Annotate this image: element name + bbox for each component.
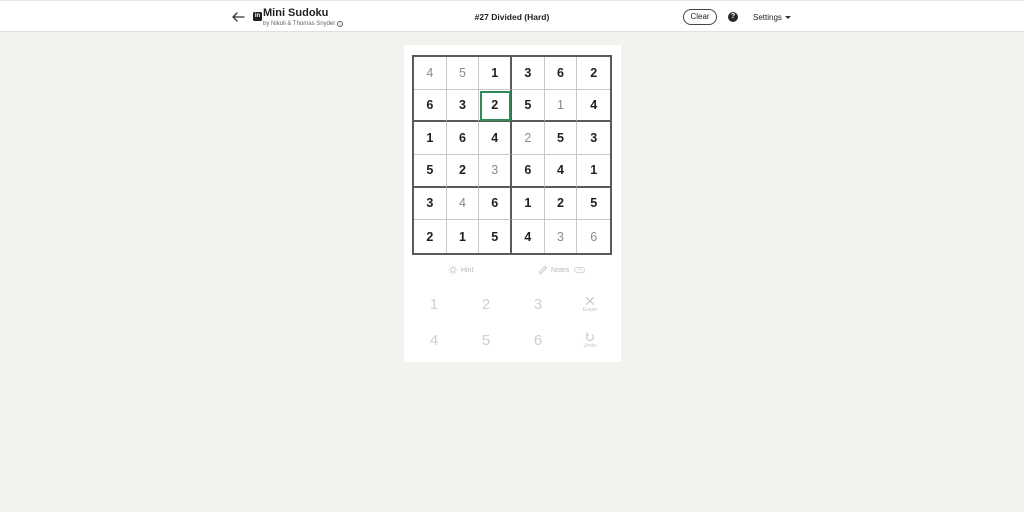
- sudoku-cell[interactable]: 1: [577, 155, 610, 188]
- sudoku-cell[interactable]: 5: [577, 188, 610, 221]
- game-card: 451362632514164253523641346125215436 Hin…: [404, 45, 621, 362]
- sudoku-cell[interactable]: 4: [446, 187, 480, 221]
- keypad: 1 2 3 Erase 4 5 6 Undo: [404, 289, 621, 359]
- sudoku-cell[interactable]: 3: [446, 89, 480, 123]
- sudoku-cell[interactable]: 3: [545, 220, 578, 253]
- sudoku-cell-selected[interactable]: 2: [479, 89, 512, 123]
- puzzle-title: #27 Divided (Hard): [474, 12, 550, 22]
- key-3[interactable]: 3: [518, 289, 558, 319]
- key-4[interactable]: 4: [414, 325, 454, 355]
- erase-button[interactable]: Erase: [570, 289, 610, 319]
- top-bar: in Mini Sudoku by Nikoli & Thomas Snyder…: [0, 0, 1024, 32]
- sudoku-cell[interactable]: 1: [414, 122, 447, 155]
- hint-button[interactable]: Hint: [448, 265, 473, 275]
- sudoku-cell[interactable]: 6: [446, 122, 480, 155]
- sudoku-cell[interactable]: 2: [512, 122, 545, 155]
- sudoku-cell[interactable]: 6: [414, 89, 447, 123]
- notes-label: Notes: [551, 266, 570, 274]
- sudoku-cell[interactable]: 6: [479, 187, 512, 221]
- undo-label: Undo: [583, 342, 597, 349]
- sudoku-cell[interactable]: 6: [544, 57, 578, 90]
- sudoku-cell[interactable]: 6: [512, 155, 545, 188]
- lightbulb-icon: [448, 265, 458, 275]
- sudoku-cell[interactable]: 2: [544, 187, 578, 221]
- undo-icon: [585, 331, 594, 341]
- sudoku-cell[interactable]: 3: [512, 57, 545, 90]
- sudoku-cell[interactable]: 4: [479, 122, 512, 155]
- notes-button[interactable]: Notes Off: [538, 265, 586, 275]
- key-6[interactable]: 6: [518, 325, 558, 355]
- clear-button[interactable]: Clear: [683, 9, 717, 25]
- sudoku-cell[interactable]: 5: [414, 155, 447, 188]
- settings-label: Settings: [753, 13, 782, 22]
- sudoku-cell[interactable]: 5: [512, 89, 545, 123]
- sudoku-cell[interactable]: 4: [544, 155, 578, 188]
- hint-label: Hint: [461, 266, 474, 274]
- sudoku-cell[interactable]: 3: [577, 122, 610, 155]
- sudoku-cell[interactable]: 6: [577, 220, 610, 253]
- key-2[interactable]: 2: [466, 289, 506, 319]
- sudoku-cell[interactable]: 4: [577, 90, 610, 123]
- key-5[interactable]: 5: [466, 325, 506, 355]
- key-1[interactable]: 1: [414, 289, 454, 319]
- sudoku-cell[interactable]: 5: [544, 122, 578, 155]
- caret-down-icon: [784, 16, 791, 19]
- sudoku-cell[interactable]: 2: [446, 155, 480, 188]
- close-icon: [585, 296, 595, 305]
- tool-row: Hint Notes Off: [404, 265, 621, 279]
- sudoku-cell[interactable]: 2: [577, 57, 610, 90]
- sudoku-cell[interactable]: 2: [414, 220, 447, 253]
- sudoku-cell[interactable]: 4: [414, 57, 447, 90]
- sudoku-cell[interactable]: 3: [479, 155, 512, 188]
- sudoku-cell[interactable]: 3: [414, 187, 447, 221]
- notes-toggle[interactable]: Off: [574, 267, 586, 273]
- undo-button[interactable]: Undo: [570, 325, 610, 355]
- settings-dropdown[interactable]: Settings: [753, 13, 791, 22]
- sudoku-cell[interactable]: 1: [512, 187, 545, 221]
- sudoku-cell[interactable]: 4: [512, 220, 545, 253]
- sudoku-cell[interactable]: 5: [479, 220, 512, 253]
- erase-label: Erase: [582, 306, 598, 313]
- sudoku-cell[interactable]: 1: [479, 57, 512, 90]
- sudoku-cell[interactable]: 1: [544, 89, 578, 123]
- sudoku-cell[interactable]: 5: [446, 57, 480, 90]
- pencil-icon: [538, 265, 548, 275]
- sudoku-cell[interactable]: 1: [447, 220, 480, 253]
- help-icon[interactable]: ?: [728, 12, 738, 22]
- sudoku-grid: 451362632514164253523641346125215436: [412, 55, 612, 255]
